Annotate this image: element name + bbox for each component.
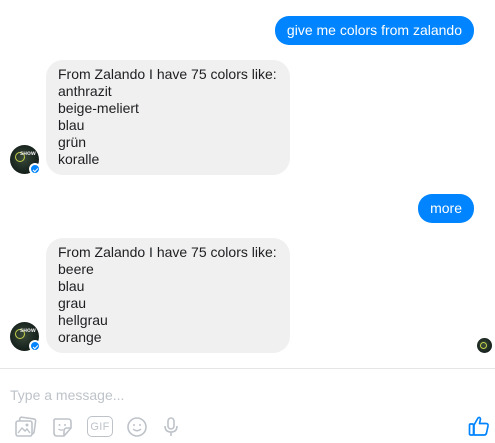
message-input[interactable] [10, 385, 450, 405]
messenger-badge-icon [29, 163, 41, 175]
message-text: more [430, 200, 462, 216]
message-text: give me colors from zalando [286, 22, 462, 38]
message-text: anthrazit [58, 83, 112, 99]
message-text: grün [58, 134, 87, 150]
message-text: beere [58, 261, 94, 277]
message-text: orange [58, 329, 102, 345]
message-text: blau [58, 117, 85, 133]
message-text: hellgrau [58, 312, 108, 328]
message-text: From Zalando I have 75 colors like: [58, 66, 277, 82]
message-text: blau [58, 278, 85, 294]
bot-avatar[interactable]: SHOW [10, 145, 41, 175]
bot-avatar[interactable]: SHOW [10, 322, 41, 352]
emoji-icon[interactable] [126, 416, 148, 438]
incoming-message[interactable]: From Zalando I have 75 colors like: beer… [46, 238, 290, 353]
message-text: beige-meliert [58, 100, 139, 116]
image-icon[interactable] [14, 416, 38, 438]
messenger-badge-icon [29, 340, 41, 352]
message-composer: GIF [0, 368, 495, 443]
message-text: From Zalando I have 75 colors like: [58, 244, 277, 260]
thumbs-up-icon[interactable] [468, 415, 490, 437]
message-text: grau [58, 295, 87, 311]
gif-icon[interactable]: GIF [87, 416, 113, 437]
message-text: koralle [58, 151, 100, 167]
microphone-icon[interactable] [162, 416, 180, 438]
sticker-icon[interactable] [51, 416, 75, 438]
outgoing-message[interactable]: give me colors from zalando [274, 16, 474, 45]
incoming-message[interactable]: From Zalando I have 75 colors like: anth… [46, 60, 290, 175]
conversation-thread: give me colors from zalando From Zalando… [0, 0, 495, 368]
seen-indicator-avatar [477, 338, 492, 353]
outgoing-message[interactable]: more [418, 194, 474, 223]
